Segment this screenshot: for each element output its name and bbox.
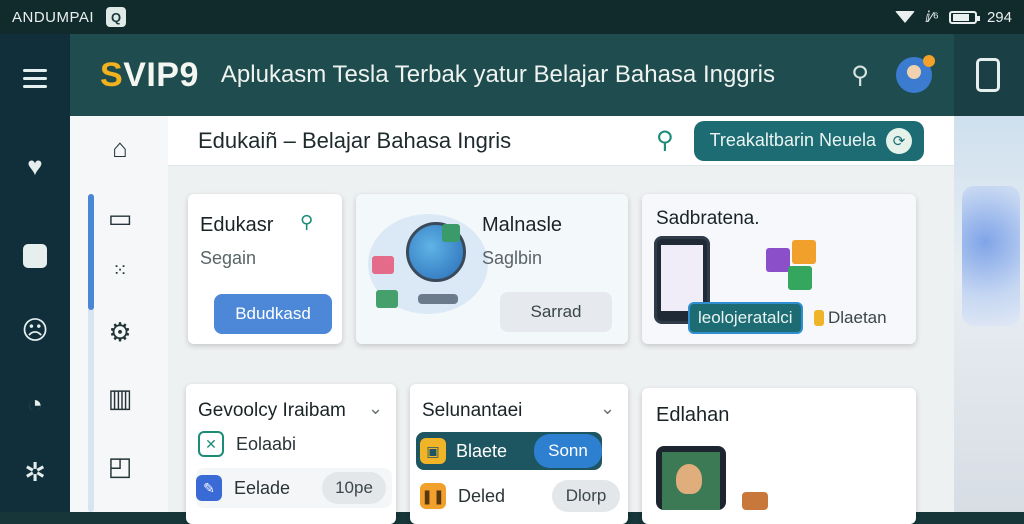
main-content: ⌂ ▭ ⁙ ⚙ ▥ ◰ Edukaiñ – Belajar Bahasa Ing… — [70, 116, 954, 524]
list-item-tag[interactable]: Dlorp — [552, 480, 620, 512]
card-title: Malnasle — [482, 214, 563, 236]
list-item-label: Eolaabi — [236, 433, 297, 454]
card-title: Selunantaei — [422, 400, 523, 421]
signal-label: ⅈ⁄⁶ — [925, 9, 939, 26]
chevron-down-icon[interactable]: ⌄ — [600, 398, 615, 419]
search-icon[interactable]: ⚲ — [842, 61, 878, 90]
card-title: Sadbratena. — [656, 208, 760, 229]
cube-icon — [788, 266, 812, 290]
device-icon[interactable] — [976, 58, 1000, 92]
list-item-tag[interactable]: Sonn — [534, 434, 602, 468]
card-malnasle[interactable]: Malnasle Saglbin Sarrad — [356, 194, 628, 344]
app-logo[interactable]: SVIP9 — [100, 56, 199, 95]
search-icon[interactable]: ⚲ — [656, 126, 674, 155]
logo-letter: S — [100, 55, 124, 94]
primary-action-button[interactable]: Treakaltbarin Neuela ⟳ — [693, 120, 924, 161]
app-bar: SVIP9 Aplukasm Tesla Terbak yatur Belaja… — [70, 34, 954, 116]
search-icon: ⚲ — [300, 212, 314, 232]
stats-icon[interactable]: ▥ — [104, 382, 136, 414]
tool-sidebar: ⌂ ▭ ⁙ ⚙ ▥ ◰ — [70, 116, 168, 512]
list-item-label: Deled — [458, 485, 506, 506]
background-preview — [954, 116, 1024, 512]
nav-rail: ♥ ☹ ◔ ✲ — [0, 34, 70, 512]
menu-icon[interactable] — [15, 58, 55, 98]
book-icon — [376, 290, 398, 308]
globe-stand — [418, 294, 458, 304]
book-icon — [372, 256, 394, 274]
secondary-label: Dlaetan — [828, 308, 887, 327]
right-panel — [954, 34, 1024, 512]
gear-icon[interactable]: ⚙ — [104, 316, 136, 348]
book-icon — [442, 224, 460, 242]
book-icon: ▣ — [420, 438, 446, 464]
battery-icon — [948, 10, 980, 24]
mail-icon: ✕ — [198, 431, 224, 457]
square-icon[interactable] — [15, 236, 55, 276]
page-title: Edukaiñ – Belajar Bahasa Ingris — [198, 127, 512, 153]
action-label: Treakaltbarin Neuela — [709, 130, 876, 150]
clock-label: 294 — [986, 8, 1012, 26]
list-item-tag[interactable]: 10pe — [322, 472, 386, 504]
cube-icon — [792, 240, 816, 264]
apps-icon[interactable]: ⁙ — [104, 254, 136, 286]
list-item-label: Eelade — [234, 477, 291, 498]
card-action-button[interactable]: Bdudkasd — [214, 294, 332, 334]
note-icon[interactable]: ◰ — [104, 450, 136, 482]
plant-icon — [742, 492, 768, 510]
card-gevoolcy[interactable]: Gevoolcy Iraibam ⌄ ✕ Eolaabi ✎ Eelade 10… — [186, 384, 396, 524]
app-badge-icon: Q — [106, 7, 127, 27]
card-action-button[interactable]: Sarrad — [500, 292, 612, 332]
avatar[interactable] — [896, 55, 935, 93]
card-edlahan[interactable]: Edlahan — [642, 388, 916, 524]
card-title: Gevoolcy Iraibam — [198, 400, 346, 421]
chevron-down-icon[interactable]: ⌄ — [368, 398, 383, 419]
sheet-icon: ✎ — [196, 475, 222, 501]
gauge-icon[interactable]: ◔ — [15, 384, 55, 424]
refresh-icon: ⟳ — [886, 127, 912, 154]
app-title: Aplukasm Tesla Terbak yatur Belajar Baha… — [220, 61, 775, 88]
card-title: Edukasr — [200, 214, 274, 236]
scrollbar-thumb[interactable] — [88, 194, 94, 310]
face-icon[interactable]: ☹ — [15, 310, 55, 350]
sub-header: Edukaiñ – Belajar Bahasa Ingris ⚲ Treaka… — [168, 116, 954, 166]
tablet-illustration — [656, 446, 726, 510]
chat-icon[interactable]: ▭ — [104, 202, 136, 234]
status-bar: ANDUMPAI Q ⅈ⁄⁶ 294 — [0, 0, 1024, 34]
heart-icon[interactable]: ♥ — [15, 146, 55, 186]
logo-text: VIP9 — [123, 55, 199, 94]
list-item[interactable]: ✕ Eolaabi — [198, 424, 388, 464]
home-icon[interactable]: ⌂ — [104, 132, 136, 164]
list-item-label: Blaete — [456, 440, 508, 461]
card-subtitle: Segain — [200, 248, 257, 268]
card-sadbratena[interactable]: Sadbratena. leolojeratalci Dlaetan — [642, 194, 916, 344]
card-edukasr[interactable]: Edukasr ⚲ Segain Bdudkasd — [188, 194, 342, 344]
card-selunantaei[interactable]: Selunantaei ⌄ ▣ Blaete Sonn ❚❚ Deled Dlo… — [410, 384, 628, 524]
coin-icon — [814, 310, 824, 326]
wifi-icon — [895, 11, 916, 23]
badge-icon: ❚❚ — [420, 483, 446, 509]
card-subtitle: Saglbin — [482, 248, 543, 268]
card-title: Edlahan — [656, 404, 730, 426]
chip-label[interactable]: leolojeratalci — [688, 302, 803, 334]
settings-icon[interactable]: ✲ — [15, 452, 55, 492]
carrier-label: ANDUMPAI — [12, 8, 95, 26]
cube-icon — [766, 248, 790, 272]
